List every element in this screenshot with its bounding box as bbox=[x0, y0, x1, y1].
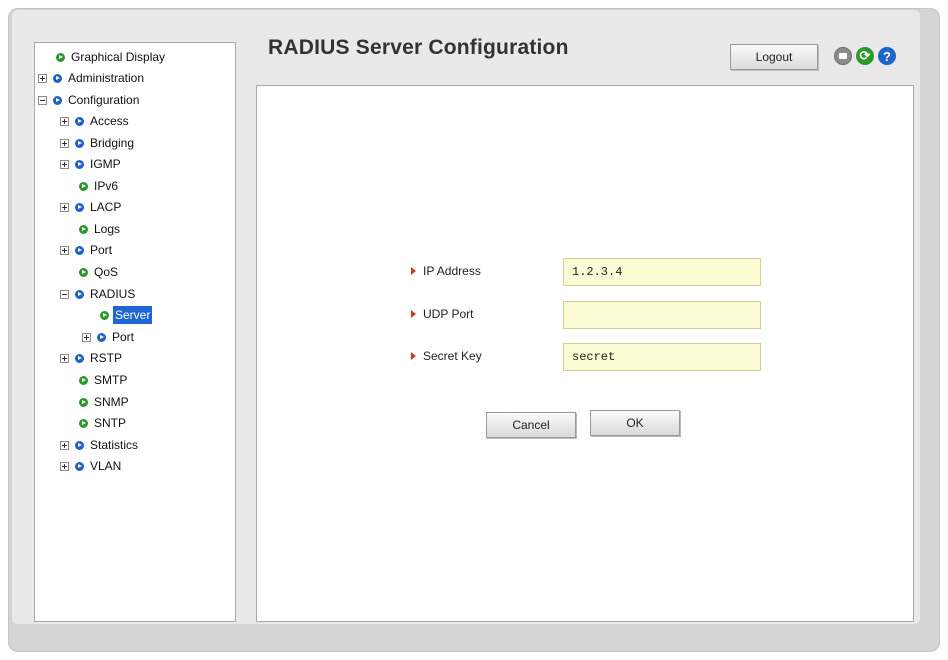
tree-item-label: RSTP bbox=[90, 351, 123, 365]
ip-address-input[interactable]: 1.2.3.4 bbox=[563, 258, 761, 286]
tree-item-sntp[interactable]: SNTP bbox=[79, 414, 128, 432]
udp-port-input[interactable] bbox=[563, 301, 761, 329]
expand-icon[interactable] bbox=[60, 138, 69, 148]
blue-bullet-icon bbox=[75, 289, 84, 299]
save-icon[interactable] bbox=[834, 47, 852, 65]
tree-item-igmp[interactable]: IGMP bbox=[60, 155, 123, 173]
tree-item-label: Bridging bbox=[90, 136, 135, 150]
ip-address-label: IP Address bbox=[411, 264, 481, 278]
green-bullet-icon bbox=[79, 267, 88, 277]
tree-item-radius[interactable]: RADIUS bbox=[60, 285, 137, 303]
ok-button[interactable]: OK bbox=[590, 410, 680, 436]
tree-item-snmp[interactable]: SNMP bbox=[79, 393, 131, 411]
tree-item-label: SMTP bbox=[94, 373, 128, 387]
tree-item-configuration[interactable]: Configuration bbox=[38, 91, 141, 109]
tree-item-access[interactable]: Access bbox=[60, 112, 131, 130]
tree-item-label: Access bbox=[90, 114, 129, 128]
collapse-icon[interactable] bbox=[60, 289, 69, 299]
expand-icon[interactable] bbox=[60, 461, 69, 471]
blue-bullet-icon bbox=[75, 353, 84, 363]
cancel-button[interactable]: Cancel bbox=[486, 412, 576, 438]
tree-item-administration[interactable]: Administration bbox=[38, 69, 146, 87]
collapse-icon[interactable] bbox=[38, 95, 47, 105]
tree-item-label: SNTP bbox=[94, 416, 127, 430]
green-bullet-icon bbox=[79, 418, 88, 428]
blue-bullet-icon bbox=[53, 95, 62, 105]
arrow-right-icon bbox=[411, 310, 416, 318]
green-bullet-icon bbox=[79, 181, 88, 191]
green-bullet-icon bbox=[79, 375, 88, 385]
ip-address-label-text: IP Address bbox=[423, 264, 481, 278]
tree-item-vlan[interactable]: VLAN bbox=[60, 457, 123, 475]
logout-button[interactable]: Logout bbox=[730, 44, 818, 70]
green-bullet-icon bbox=[79, 397, 88, 407]
refresh-icon[interactable]: ⟳ bbox=[856, 47, 874, 65]
green-bullet-icon bbox=[100, 310, 109, 320]
expand-icon[interactable] bbox=[60, 202, 69, 212]
green-bullet-icon bbox=[56, 52, 65, 62]
green-bullet-icon bbox=[79, 224, 88, 234]
blue-bullet-icon bbox=[53, 73, 62, 83]
tree-item-label: Configuration bbox=[68, 93, 140, 107]
blue-bullet-icon bbox=[75, 245, 84, 255]
blue-bullet-icon bbox=[75, 440, 84, 450]
expand-icon[interactable] bbox=[60, 245, 69, 255]
tree-item-radius-port[interactable]: Port bbox=[82, 328, 136, 346]
tree-item-label: IPv6 bbox=[94, 179, 119, 193]
expand-icon[interactable] bbox=[60, 440, 69, 450]
tree-item-radius-server[interactable]: Server bbox=[100, 306, 153, 324]
expand-icon[interactable] bbox=[60, 353, 69, 363]
blue-bullet-icon bbox=[97, 332, 106, 342]
expand-icon[interactable] bbox=[82, 332, 91, 342]
tree-item-label: Logs bbox=[94, 222, 121, 236]
blue-bullet-icon bbox=[75, 461, 84, 471]
tree-item-rstp[interactable]: RSTP bbox=[60, 349, 124, 367]
blue-bullet-icon bbox=[75, 138, 84, 148]
tree-item-graphical-display[interactable]: Graphical Display bbox=[56, 48, 167, 66]
blue-bullet-icon bbox=[75, 159, 84, 169]
expand-icon[interactable] bbox=[60, 116, 69, 126]
arrow-right-icon bbox=[411, 267, 416, 275]
secret-key-input[interactable]: secret bbox=[563, 343, 761, 371]
tree-item-label: Statistics bbox=[90, 438, 139, 452]
tree-item-label: Graphical Display bbox=[71, 50, 166, 64]
udp-port-label: UDP Port bbox=[411, 307, 473, 321]
secret-key-label: Secret Key bbox=[411, 349, 482, 363]
tree-item-label: QoS bbox=[94, 265, 119, 279]
tree-item-lacp[interactable]: LACP bbox=[60, 198, 123, 216]
tree-item-statistics[interactable]: Statistics bbox=[60, 436, 140, 454]
arrow-right-icon bbox=[411, 352, 416, 360]
tree-item-logs[interactable]: Logs bbox=[79, 220, 122, 238]
blue-bullet-icon bbox=[75, 202, 84, 212]
tree-item-port[interactable]: Port bbox=[60, 241, 114, 259]
secret-key-label-text: Secret Key bbox=[423, 349, 482, 363]
help-icon[interactable]: ? bbox=[878, 47, 896, 65]
tree-item-label: LACP bbox=[90, 200, 122, 214]
tree-item-label: Administration bbox=[68, 71, 145, 85]
tree-item-bridging[interactable]: Bridging bbox=[60, 134, 136, 152]
tree-item-ipv6[interactable]: IPv6 bbox=[79, 177, 120, 195]
tree-item-label: RADIUS bbox=[90, 287, 136, 301]
tree-item-label: IGMP bbox=[90, 157, 121, 171]
tree-item-label: SNMP bbox=[94, 395, 129, 409]
blue-bullet-icon bbox=[75, 116, 84, 126]
tree-item-qos[interactable]: QoS bbox=[79, 263, 120, 281]
tree-item-label: VLAN bbox=[90, 459, 122, 473]
tree-item-smtp[interactable]: SMTP bbox=[79, 371, 129, 389]
page-title: RADIUS Server Configuration bbox=[268, 36, 569, 59]
tree-item-label: Port bbox=[90, 243, 113, 257]
udp-port-label-text: UDP Port bbox=[423, 307, 474, 321]
expand-icon[interactable] bbox=[38, 73, 47, 83]
expand-icon[interactable] bbox=[60, 159, 69, 169]
tree-item-label: Port bbox=[112, 330, 135, 344]
tree-item-label: Server bbox=[113, 306, 153, 324]
